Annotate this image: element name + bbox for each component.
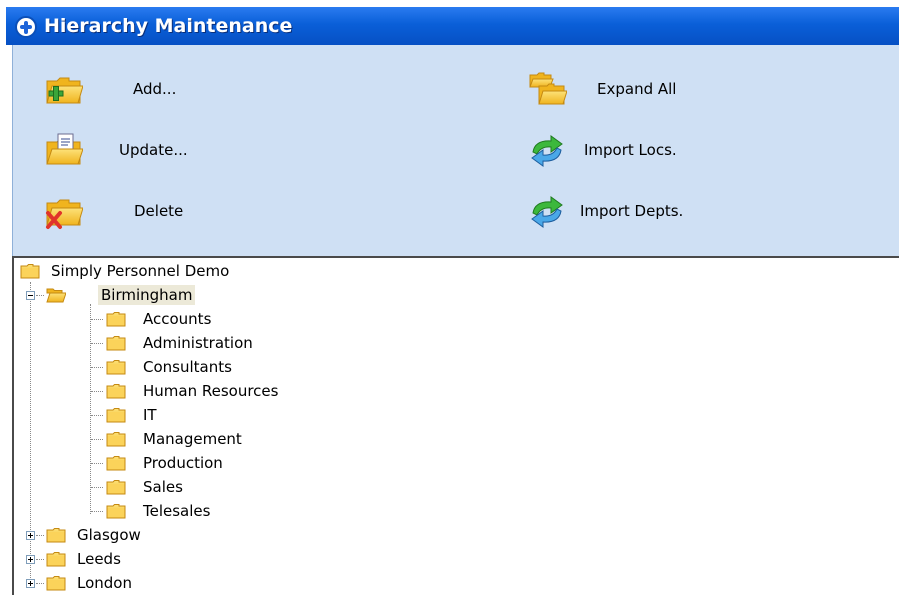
tree-node-label: Birmingham (98, 285, 196, 305)
tree-node-label: Simply Personnel Demo (51, 262, 230, 280)
expand-toggle[interactable] (26, 579, 35, 588)
refresh-icon (531, 135, 563, 167)
toolbar-panel: Add... Update... Delete Expand All Impor… (12, 45, 899, 256)
window-title: Hierarchy Maintenance (44, 15, 293, 37)
tree-line (91, 415, 103, 416)
expand-toggle[interactable] (26, 531, 35, 540)
folder-icon (106, 311, 126, 327)
app-logo-icon (15, 16, 37, 38)
delete-button[interactable]: Delete (43, 191, 263, 231)
add-button[interactable]: Add... (43, 69, 263, 109)
tree-node-label: Telesales (143, 502, 211, 520)
folder-icon (20, 263, 40, 279)
tree-node-label: Leeds (77, 550, 121, 568)
folder-icon (106, 335, 126, 351)
folder-icon (106, 407, 126, 423)
tree-node-management[interactable]: Management (14, 428, 414, 450)
tree-node-accounts[interactable]: Accounts (14, 308, 414, 330)
refresh-icon (531, 196, 563, 228)
folder-icon (46, 551, 66, 567)
folder-icon (106, 359, 126, 375)
collapse-toggle[interactable] (26, 291, 35, 300)
folder-document-icon (46, 133, 83, 165)
folders-expand-icon (529, 72, 567, 105)
update-label: Update... (119, 141, 188, 159)
tree-node-label: Production (143, 454, 223, 472)
delete-label: Delete (134, 202, 184, 220)
tree-line (91, 511, 103, 512)
hierarchy-tree[interactable]: Simply Personnel Demo Birmingham Account… (12, 256, 899, 595)
tree-node-sales[interactable]: Sales (14, 476, 414, 498)
window-title-bar: Hierarchy Maintenance (6, 7, 899, 45)
tree-line (91, 319, 103, 320)
folder-icon (106, 455, 126, 471)
import-depts-button[interactable]: Import Depts. (527, 191, 767, 231)
folder-icon (106, 479, 126, 495)
tree-node-london[interactable]: London (14, 572, 314, 594)
import-depts-label: Import Depts. (580, 202, 684, 220)
tree-node-label: Accounts (143, 310, 212, 328)
tree-line (91, 391, 103, 392)
tree-node-glasgow[interactable]: Glasgow (14, 524, 314, 546)
folder-icon (106, 383, 126, 399)
tree-node-label: Administration (143, 334, 253, 352)
folder-delete-icon (46, 199, 83, 229)
tree-line (36, 559, 44, 560)
tree-node-it[interactable]: IT (14, 404, 414, 426)
tree-line (91, 367, 103, 368)
folder-icon (106, 503, 126, 519)
expand-all-label: Expand All (597, 80, 677, 98)
tree-node-label: Sales (143, 478, 183, 496)
tree-root-node[interactable]: Simply Personnel Demo (20, 260, 320, 282)
tree-node-administration[interactable]: Administration (14, 332, 414, 354)
import-locs-button[interactable]: Import Locs. (527, 130, 767, 170)
tree-node-production[interactable]: Production (14, 452, 414, 474)
tree-node-label: Consultants (143, 358, 232, 376)
tree-line (36, 295, 44, 296)
tree-node-consultants[interactable]: Consultants (14, 356, 414, 378)
tree-node-label: IT (143, 406, 157, 424)
folder-open-icon (46, 287, 66, 303)
import-locs-label: Import Locs. (584, 141, 677, 159)
tree-node-label: Management (143, 430, 242, 448)
folder-icon (46, 527, 66, 543)
folder-icon (106, 431, 126, 447)
tree-node-label: London (77, 574, 132, 592)
tree-line (91, 439, 103, 440)
tree-node-birmingham[interactable]: Birmingham (14, 284, 314, 306)
tree-node-human-resources[interactable]: Human Resources (14, 380, 414, 402)
tree-line (91, 343, 103, 344)
expand-all-button[interactable]: Expand All (527, 69, 767, 109)
tree-node-label: Human Resources (143, 382, 279, 400)
tree-line (91, 487, 103, 488)
folder-add-icon (46, 77, 83, 104)
add-label: Add... (133, 80, 177, 98)
update-button[interactable]: Update... (43, 130, 263, 170)
tree-node-label: Glasgow (77, 526, 141, 544)
folder-icon (46, 575, 66, 591)
expand-toggle[interactable] (26, 555, 35, 564)
tree-node-telesales[interactable]: Telesales (14, 500, 414, 522)
tree-line (36, 535, 44, 536)
tree-node-leeds[interactable]: Leeds (14, 548, 314, 570)
tree-line (91, 463, 103, 464)
tree-line (36, 583, 44, 584)
